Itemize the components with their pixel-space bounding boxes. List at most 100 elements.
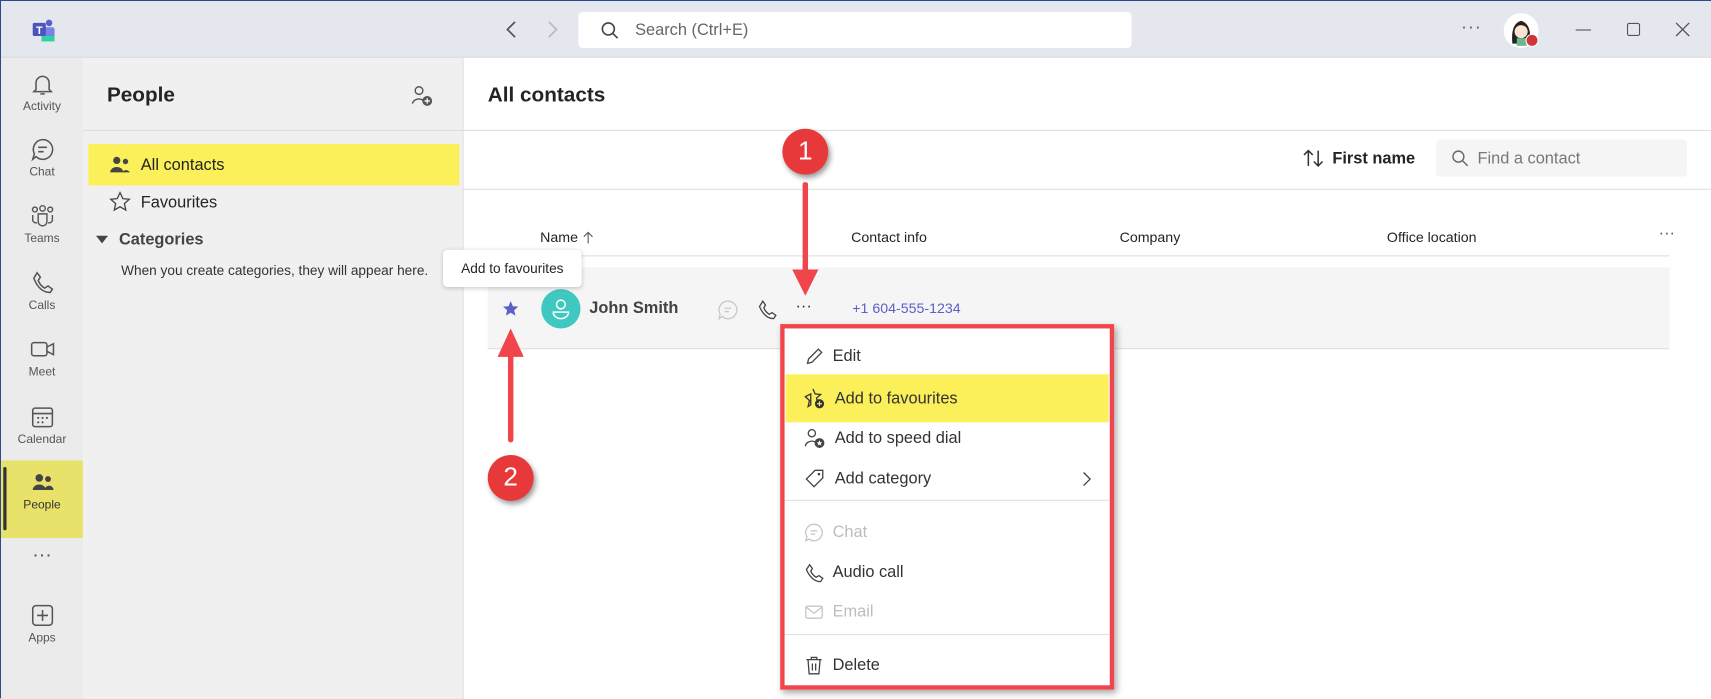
find-contact-input[interactable]: Find a contact xyxy=(1436,139,1687,177)
nav-favourites[interactable]: Favourites xyxy=(88,190,459,214)
rail-label: People xyxy=(23,498,61,512)
contact-name[interactable]: John Smith xyxy=(589,299,678,318)
teams-icon xyxy=(31,204,53,227)
rail-label: Apps xyxy=(28,631,56,645)
person-star-icon xyxy=(804,428,825,448)
phone-icon[interactable] xyxy=(756,299,778,321)
categories-heading: Categories xyxy=(118,230,204,249)
menu-item-audio-call[interactable]: Audio call xyxy=(789,552,1112,592)
sort-ascending-icon xyxy=(583,231,593,243)
close-button[interactable] xyxy=(1674,21,1691,44)
menu-item-chat[interactable]: Chat xyxy=(789,512,1112,552)
menu-item-add-to-favourites[interactable]: Add to favourites xyxy=(785,374,1109,423)
people-icon xyxy=(110,156,130,173)
chat-icon xyxy=(804,523,823,542)
star-icon xyxy=(109,191,131,212)
nav-all-contacts[interactable]: All contacts xyxy=(88,144,460,186)
pencil-icon xyxy=(806,347,823,364)
sort-label: First name xyxy=(1332,148,1416,168)
plus-square-icon xyxy=(31,604,53,627)
forward-button[interactable] xyxy=(543,19,560,46)
phone-icon xyxy=(805,562,824,582)
rail-label: Activity xyxy=(23,100,62,114)
chevron-right-icon xyxy=(1083,472,1092,487)
status-busy-indicator xyxy=(1525,33,1539,47)
menu-label: Audio call xyxy=(832,563,904,582)
minimize-button[interactable] xyxy=(1575,29,1591,31)
annotation-arrow-up xyxy=(497,328,524,443)
search-input[interactable]: Search (Ctrl+E) xyxy=(578,12,1132,49)
tag-icon xyxy=(805,469,824,488)
annotation-arrow-down xyxy=(792,182,819,296)
column-label: Name xyxy=(540,229,578,246)
menu-label: Add category xyxy=(834,469,932,488)
add-contact-button[interactable] xyxy=(410,84,434,113)
teams-window: T Search (Ctrl+E) ··· Activity Chat Team… xyxy=(0,0,1711,699)
app-rail: Activity Chat Teams Calls Meet Calendar … xyxy=(1,57,83,699)
column-header-contact-info[interactable]: Contact info xyxy=(851,229,927,245)
phone-icon xyxy=(32,271,53,294)
video-icon xyxy=(30,341,54,357)
menu-item-edit[interactable]: Edit xyxy=(789,336,1112,376)
teams-logo: T xyxy=(31,19,55,42)
rail-item-chat[interactable]: Chat xyxy=(1,136,83,179)
column-options-icon[interactable]: ··· xyxy=(1659,224,1675,243)
menu-item-delete[interactable]: Delete xyxy=(789,645,1112,685)
annotation-step-2: 2 xyxy=(487,455,534,501)
main-title: All contacts xyxy=(487,84,606,107)
menu-item-add-to-speed-dial[interactable]: Add to speed dial xyxy=(789,418,1112,458)
annotation-step-1: 1 xyxy=(782,128,829,175)
rail-item-calendar[interactable]: Calendar xyxy=(1,404,83,447)
menu-label: Delete xyxy=(832,655,880,675)
categories-empty-text: When you create categories, they will ap… xyxy=(121,262,429,279)
chat-icon[interactable] xyxy=(717,299,739,321)
column-header-company[interactable]: Company xyxy=(1120,229,1181,245)
menu-label: Chat xyxy=(832,522,868,542)
contact-phone-link[interactable]: +1 604-555-1234 xyxy=(852,300,960,316)
sort-button[interactable]: First name xyxy=(1302,147,1415,169)
rail-label: Calendar xyxy=(17,433,67,447)
calendar-icon xyxy=(31,407,53,428)
nav-label: Favourites xyxy=(140,192,218,212)
rail-label: Chat xyxy=(29,165,55,179)
rail-item-activity[interactable]: Activity xyxy=(1,71,83,114)
star-add-icon xyxy=(804,388,825,409)
menu-item-email[interactable]: Email xyxy=(789,591,1112,631)
caret-down-icon xyxy=(96,235,109,243)
rail-item-meet[interactable]: Meet xyxy=(1,336,83,379)
rail-item-people[interactable]: People xyxy=(1,460,83,538)
more-apps-icon[interactable]: ··· xyxy=(1,543,83,566)
chat-icon xyxy=(30,138,53,162)
rail-label: Teams xyxy=(24,232,60,246)
rail-item-teams[interactable]: Teams xyxy=(1,203,83,246)
contact-avatar xyxy=(541,289,581,329)
menu-label: Add to favourites xyxy=(834,389,958,408)
tooltip: Add to favourites xyxy=(443,249,582,287)
search-placeholder: Search (Ctrl+E) xyxy=(635,20,749,40)
people-pane: People All contacts Favourites Categorie… xyxy=(82,57,464,699)
menu-label: Add to speed dial xyxy=(834,428,962,448)
maximize-button[interactable] xyxy=(1626,22,1641,37)
rail-item-calls[interactable]: Calls xyxy=(1,270,83,312)
nav-label: All contacts xyxy=(140,155,225,175)
trash-icon xyxy=(806,656,822,674)
column-header-office-location[interactable]: Office location xyxy=(1387,229,1477,245)
rail-item-apps[interactable]: Apps xyxy=(1,602,83,645)
more-options-icon[interactable]: ··· xyxy=(1461,19,1482,39)
menu-label: Email xyxy=(832,602,874,621)
back-button[interactable] xyxy=(503,19,520,46)
categories-toggle[interactable]: Categories xyxy=(95,230,204,249)
bell-icon xyxy=(31,75,53,95)
person-add-icon xyxy=(411,86,433,106)
column-header-name[interactable]: Name xyxy=(540,229,593,246)
search-icon xyxy=(601,21,619,39)
pane-title: People xyxy=(106,84,175,107)
svg-text:T: T xyxy=(36,25,43,37)
menu-label: Edit xyxy=(832,347,861,366)
favourite-star-icon[interactable] xyxy=(502,300,519,317)
person-icon xyxy=(552,299,570,320)
sort-icon xyxy=(1303,149,1324,167)
menu-item-add-category[interactable]: Add category xyxy=(789,458,1112,498)
search-icon xyxy=(1452,150,1469,167)
title-bar: T Search (Ctrl+E) ··· xyxy=(1,1,1711,58)
